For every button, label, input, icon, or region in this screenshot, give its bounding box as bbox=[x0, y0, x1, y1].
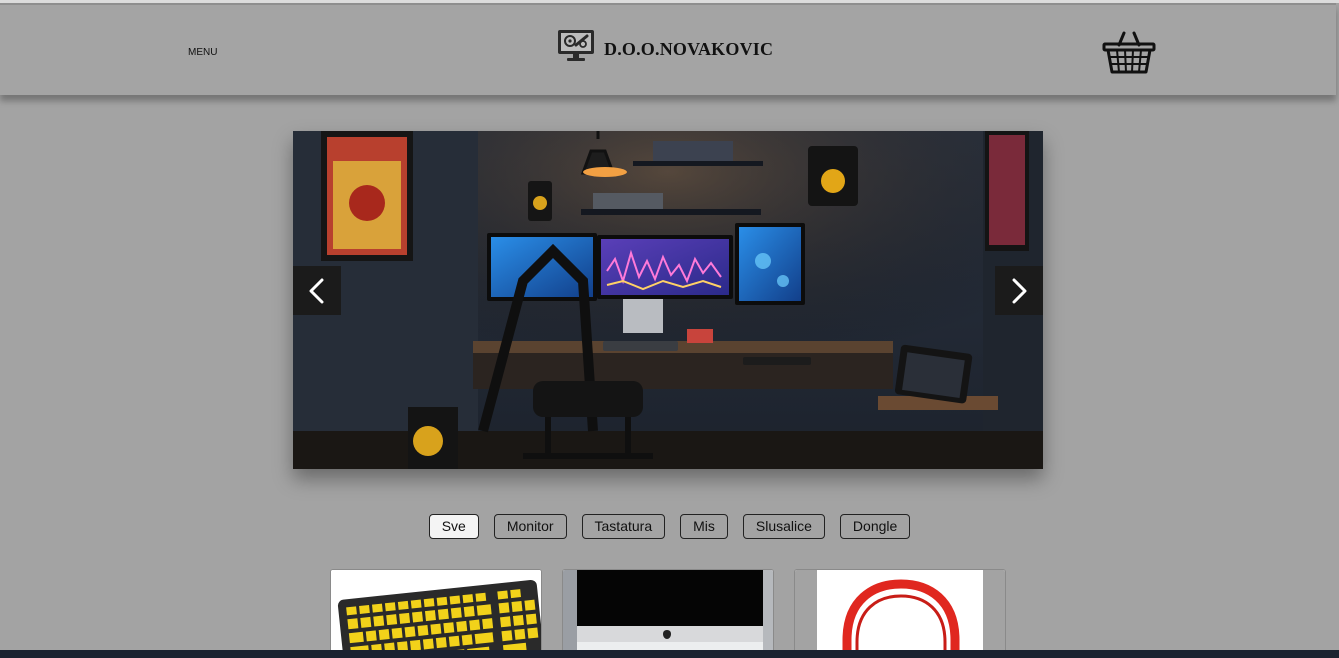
product-card[interactable] bbox=[794, 569, 1006, 658]
imac-monitor-photo bbox=[563, 570, 773, 658]
filter-sve-button[interactable]: Sve bbox=[428, 514, 479, 539]
basket-icon[interactable] bbox=[1102, 29, 1156, 75]
filter-dongle-button[interactable]: Dongle bbox=[839, 514, 911, 539]
yellow-keyboard-photo bbox=[331, 570, 541, 658]
chevron-left-icon bbox=[309, 278, 324, 303]
product-grid bbox=[330, 569, 1006, 658]
filter-mis-button[interactable]: Mis bbox=[680, 514, 728, 539]
filter-tastatura-button[interactable]: Tastatura bbox=[581, 514, 666, 539]
menu-button[interactable]: MENU bbox=[188, 47, 217, 58]
product-card[interactable] bbox=[330, 569, 542, 658]
carousel-prev-button[interactable] bbox=[293, 266, 341, 315]
chevron-right-icon bbox=[1012, 278, 1027, 303]
bottom-bar bbox=[0, 650, 1339, 658]
category-filters: Sve Monitor Tastatura Mis Slusalice Dong… bbox=[0, 514, 1339, 539]
brand[interactable]: D.O.O.NOVAKOVIC bbox=[556, 27, 773, 63]
gaming-desk-setup-photo bbox=[293, 131, 1043, 469]
site-header: MENU D.O.O.NOVAKOVIC bbox=[0, 3, 1336, 95]
product-card[interactable] bbox=[562, 569, 774, 658]
filter-monitor-button[interactable]: Monitor bbox=[493, 514, 567, 539]
filter-slusalice-button[interactable]: Slusalice bbox=[742, 514, 825, 539]
computer-gear-icon bbox=[558, 30, 594, 61]
brand-name: D.O.O.NOVAKOVIC bbox=[604, 38, 774, 59]
red-headphones-photo bbox=[795, 570, 1005, 658]
carousel-next-button[interactable] bbox=[995, 266, 1043, 315]
hero-carousel bbox=[293, 131, 1043, 469]
